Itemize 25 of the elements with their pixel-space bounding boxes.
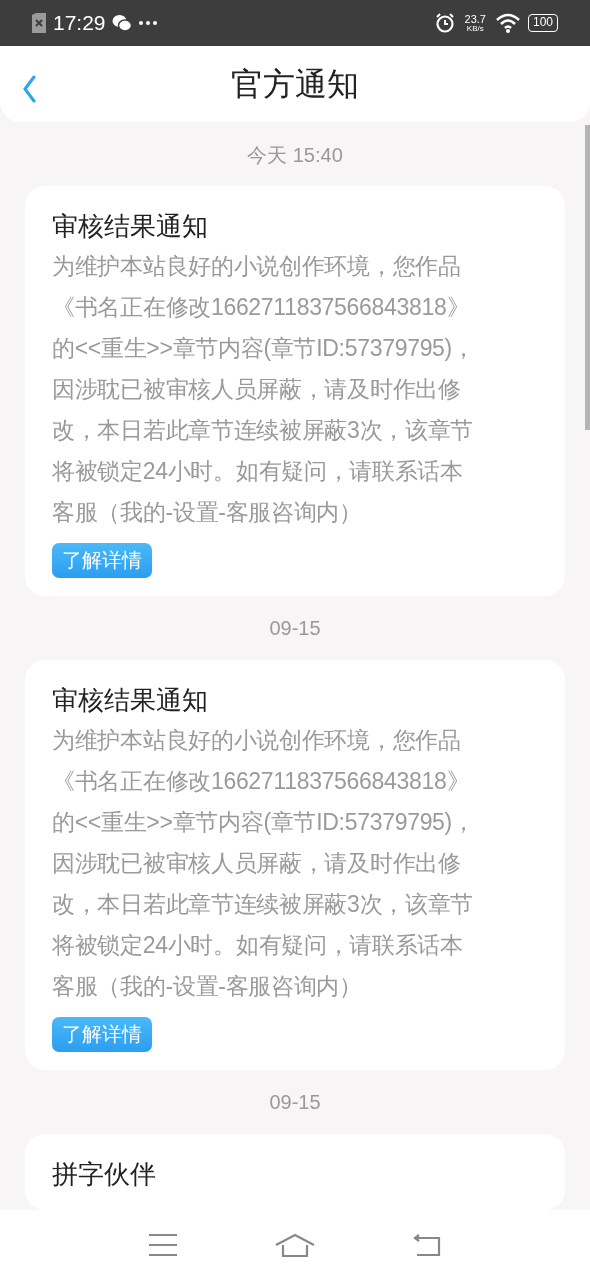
- back-arrow-icon[interactable]: [413, 1234, 441, 1256]
- sim-card-icon: [32, 13, 46, 33]
- message-text: 为维护本站良好的小说创作环境，您作品 《书名正在修改1662711837566843818》 的<<重生>>章节内容(章节ID:57379795)， 因涉耽已被审核人员屏蔽，请及时作出修 改，本日若此章节连续被屏蔽3次，该章节 将被锁定24小时。如有疑问，请联系话本 客服（我的-设置-客服咨询内）: [52, 252, 476, 527]
- wifi-icon: [495, 13, 522, 33]
- message-title: 拼字伙伴: [52, 1158, 157, 1191]
- details-button[interactable]: 了解详情: [52, 543, 152, 578]
- more-dots-icon: [138, 21, 157, 25]
- clock-time: 17:29: [53, 10, 106, 37]
- message-title: 审核结果通知: [52, 210, 209, 243]
- details-button[interactable]: 了解详情: [52, 1017, 152, 1052]
- battery-indicator: 100: [527, 14, 558, 32]
- home-icon[interactable]: [275, 1233, 315, 1257]
- message-text: 为维护本站良好的小说创作环境，您作品 《书名正在修改1662711837566843818》 的<<重生>>章节内容(章节ID:57379795)， 因涉耽已被审核人员屏蔽，请及时作出修 改，本日若此章节连续被屏蔽3次，该章节 将被锁定24小时。如有疑问，请联系话本 客服（我的-设置-客服咨询内）: [52, 726, 476, 1001]
- menu-icon[interactable]: [149, 1234, 177, 1256]
- date-label: 今天 15:40: [247, 143, 343, 168]
- network-speed: 23.7: [464, 13, 486, 25]
- alarm-clock-icon: [434, 13, 455, 33]
- date-label: 09-15: [269, 616, 321, 641]
- date-label: 09-15: [269, 1090, 321, 1115]
- back-button[interactable]: [22, 75, 36, 103]
- message-title: 审核结果通知: [52, 684, 209, 717]
- page-title: 官方通知: [231, 65, 359, 104]
- back-icon: [22, 75, 36, 103]
- chat-bubbles-icon: [111, 14, 132, 32]
- network-speed-unit: KB/s: [466, 24, 484, 33]
